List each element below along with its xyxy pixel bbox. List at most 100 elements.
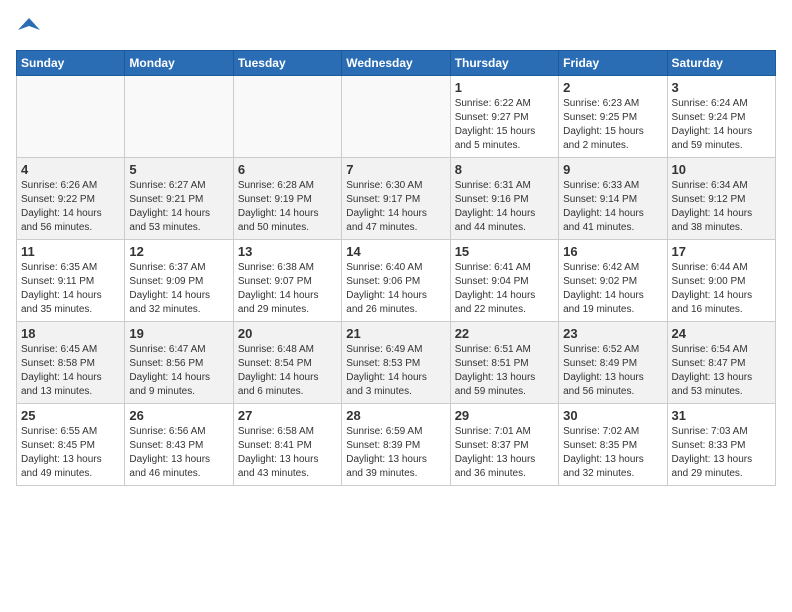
day-number: 5	[129, 162, 228, 177]
day-number: 4	[21, 162, 120, 177]
day-info: Sunrise: 6:23 AM Sunset: 9:25 PM Dayligh…	[563, 97, 662, 153]
day-number: 30	[563, 408, 662, 423]
page-header	[16, 16, 776, 38]
calendar-cell	[233, 76, 341, 158]
day-info: Sunrise: 7:03 AM Sunset: 8:33 PM Dayligh…	[672, 425, 771, 481]
day-info: Sunrise: 6:51 AM Sunset: 8:51 PM Dayligh…	[455, 343, 554, 399]
day-info: Sunrise: 6:48 AM Sunset: 8:54 PM Dayligh…	[238, 343, 337, 399]
logo	[16, 16, 40, 38]
day-info: Sunrise: 6:58 AM Sunset: 8:41 PM Dayligh…	[238, 425, 337, 481]
day-number: 27	[238, 408, 337, 423]
column-header-thursday: Thursday	[450, 51, 558, 76]
day-number: 26	[129, 408, 228, 423]
calendar-cell: 3 Sunrise: 6:24 AM Sunset: 9:24 PM Daylig…	[667, 76, 775, 158]
column-header-wednesday: Wednesday	[342, 51, 450, 76]
day-number: 29	[455, 408, 554, 423]
calendar-cell: 13Sunrise: 6:38 AM Sunset: 9:07 PM Dayli…	[233, 240, 341, 322]
calendar-cell: 15 Sunrise: 6:41 AM Sunset: 9:04 PM Dayli…	[450, 240, 558, 322]
day-number: 19	[129, 326, 228, 341]
day-number: 9	[563, 162, 662, 177]
day-info: Sunrise: 6:45 AM Sunset: 8:58 PM Dayligh…	[21, 343, 120, 399]
day-info: Sunrise: 6:37 AM Sunset: 9:09 PM Dayligh…	[129, 261, 228, 317]
calendar-cell: 25Sunrise: 6:55 AM Sunset: 8:45 PM Dayli…	[17, 404, 125, 486]
calendar-body: 1 Sunrise: 6:22 AM Sunset: 9:27 PM Daylig…	[17, 76, 776, 486]
day-number: 8	[455, 162, 554, 177]
calendar-cell	[17, 76, 125, 158]
day-info: Sunrise: 6:42 AM Sunset: 9:02 PM Dayligh…	[563, 261, 662, 317]
calendar-cell: 22 Sunrise: 6:51 AM Sunset: 8:51 PM Dayli…	[450, 322, 558, 404]
day-info: Sunrise: 6:24 AM Sunset: 9:24 PM Dayligh…	[672, 97, 771, 153]
day-number: 16	[563, 244, 662, 259]
day-number: 11	[21, 244, 120, 259]
day-info: Sunrise: 6:52 AM Sunset: 8:49 PM Dayligh…	[563, 343, 662, 399]
column-header-saturday: Saturday	[667, 51, 775, 76]
day-number: 17	[672, 244, 771, 259]
day-number: 22	[455, 326, 554, 341]
column-header-monday: Monday	[125, 51, 233, 76]
day-number: 20	[238, 326, 337, 341]
calendar-cell: 2 Sunrise: 6:23 AM Sunset: 9:25 PM Daylig…	[559, 76, 667, 158]
day-number: 18	[21, 326, 120, 341]
day-info: Sunrise: 6:47 AM Sunset: 8:56 PM Dayligh…	[129, 343, 228, 399]
calendar-cell: 7 Sunrise: 6:30 AM Sunset: 9:17 PM Daylig…	[342, 158, 450, 240]
calendar-cell: 10 Sunrise: 6:34 AM Sunset: 9:12 PM Dayli…	[667, 158, 775, 240]
day-number: 14	[346, 244, 445, 259]
day-info: Sunrise: 6:44 AM Sunset: 9:00 PM Dayligh…	[672, 261, 771, 317]
calendar-cell: 16 Sunrise: 6:42 AM Sunset: 9:02 PM Dayli…	[559, 240, 667, 322]
day-info: Sunrise: 6:56 AM Sunset: 8:43 PM Dayligh…	[129, 425, 228, 481]
column-header-friday: Friday	[559, 51, 667, 76]
calendar-cell: 12 Sunrise: 6:37 AM Sunset: 9:09 PM Dayli…	[125, 240, 233, 322]
day-number: 7	[346, 162, 445, 177]
day-info: Sunrise: 6:35 AM Sunset: 9:11 PM Dayligh…	[21, 261, 120, 317]
day-number: 3	[672, 80, 771, 95]
day-info: Sunrise: 6:59 AM Sunset: 8:39 PM Dayligh…	[346, 425, 445, 481]
calendar-cell: 28Sunrise: 6:59 AM Sunset: 8:39 PM Dayli…	[342, 404, 450, 486]
calendar-cell: 5Sunrise: 6:27 AM Sunset: 9:21 PM Daylig…	[125, 158, 233, 240]
calendar-cell: 27 Sunrise: 6:58 AM Sunset: 8:41 PM Dayli…	[233, 404, 341, 486]
calendar-cell: 23 Sunrise: 6:52 AM Sunset: 8:49 PM Dayli…	[559, 322, 667, 404]
column-header-sunday: Sunday	[17, 51, 125, 76]
day-info: Sunrise: 6:22 AM Sunset: 9:27 PM Dayligh…	[455, 97, 554, 153]
day-info: Sunrise: 7:01 AM Sunset: 8:37 PM Dayligh…	[455, 425, 554, 481]
calendar-table: SundayMondayTuesdayWednesdayThursdayFrid…	[16, 50, 776, 486]
calendar-cell: 30Sunrise: 7:02 AM Sunset: 8:35 PM Dayli…	[559, 404, 667, 486]
calendar-cell: 20 Sunrise: 6:48 AM Sunset: 8:54 PM Dayli…	[233, 322, 341, 404]
day-number: 25	[21, 408, 120, 423]
day-info: Sunrise: 6:40 AM Sunset: 9:06 PM Dayligh…	[346, 261, 445, 317]
calendar-cell: 4 Sunrise: 6:26 AM Sunset: 9:22 PM Daylig…	[17, 158, 125, 240]
calendar-cell: 18 Sunrise: 6:45 AM Sunset: 8:58 PM Dayli…	[17, 322, 125, 404]
day-number: 24	[672, 326, 771, 341]
day-number: 23	[563, 326, 662, 341]
day-number: 2	[563, 80, 662, 95]
day-info: Sunrise: 6:49 AM Sunset: 8:53 PM Dayligh…	[346, 343, 445, 399]
day-number: 31	[672, 408, 771, 423]
day-info: Sunrise: 6:54 AM Sunset: 8:47 PM Dayligh…	[672, 343, 771, 399]
day-info: Sunrise: 6:30 AM Sunset: 9:17 PM Dayligh…	[346, 179, 445, 235]
day-info: Sunrise: 6:38 AM Sunset: 9:07 PM Dayligh…	[238, 261, 337, 317]
day-info: Sunrise: 6:26 AM Sunset: 9:22 PM Dayligh…	[21, 179, 120, 235]
day-info: Sunrise: 6:41 AM Sunset: 9:04 PM Dayligh…	[455, 261, 554, 317]
day-info: Sunrise: 6:31 AM Sunset: 9:16 PM Dayligh…	[455, 179, 554, 235]
day-number: 12	[129, 244, 228, 259]
day-info: Sunrise: 6:34 AM Sunset: 9:12 PM Dayligh…	[672, 179, 771, 235]
calendar-cell: 19 Sunrise: 6:47 AM Sunset: 8:56 PM Dayli…	[125, 322, 233, 404]
calendar-cell: 31 Sunrise: 7:03 AM Sunset: 8:33 PM Dayli…	[667, 404, 775, 486]
calendar-cell: 24 Sunrise: 6:54 AM Sunset: 8:47 PM Dayli…	[667, 322, 775, 404]
calendar-cell	[125, 76, 233, 158]
calendar-cell: 8 Sunrise: 6:31 AM Sunset: 9:16 PM Daylig…	[450, 158, 558, 240]
calendar-header: SundayMondayTuesdayWednesdayThursdayFrid…	[17, 51, 776, 76]
calendar-cell: 11 Sunrise: 6:35 AM Sunset: 9:11 PM Dayli…	[17, 240, 125, 322]
calendar-cell: 9 Sunrise: 6:33 AM Sunset: 9:14 PM Daylig…	[559, 158, 667, 240]
day-info: Sunrise: 6:33 AM Sunset: 9:14 PM Dayligh…	[563, 179, 662, 235]
calendar-cell: 6Sunrise: 6:28 AM Sunset: 9:19 PM Daylig…	[233, 158, 341, 240]
calendar-cell	[342, 76, 450, 158]
day-number: 15	[455, 244, 554, 259]
calendar-cell: 14 Sunrise: 6:40 AM Sunset: 9:06 PM Dayli…	[342, 240, 450, 322]
day-info: Sunrise: 6:28 AM Sunset: 9:19 PM Dayligh…	[238, 179, 337, 235]
calendar-cell: 1 Sunrise: 6:22 AM Sunset: 9:27 PM Daylig…	[450, 76, 558, 158]
calendar-cell: 29 Sunrise: 7:01 AM Sunset: 8:37 PM Dayli…	[450, 404, 558, 486]
calendar-cell: 21 Sunrise: 6:49 AM Sunset: 8:53 PM Dayli…	[342, 322, 450, 404]
day-number: 21	[346, 326, 445, 341]
day-number: 1	[455, 80, 554, 95]
day-number: 10	[672, 162, 771, 177]
